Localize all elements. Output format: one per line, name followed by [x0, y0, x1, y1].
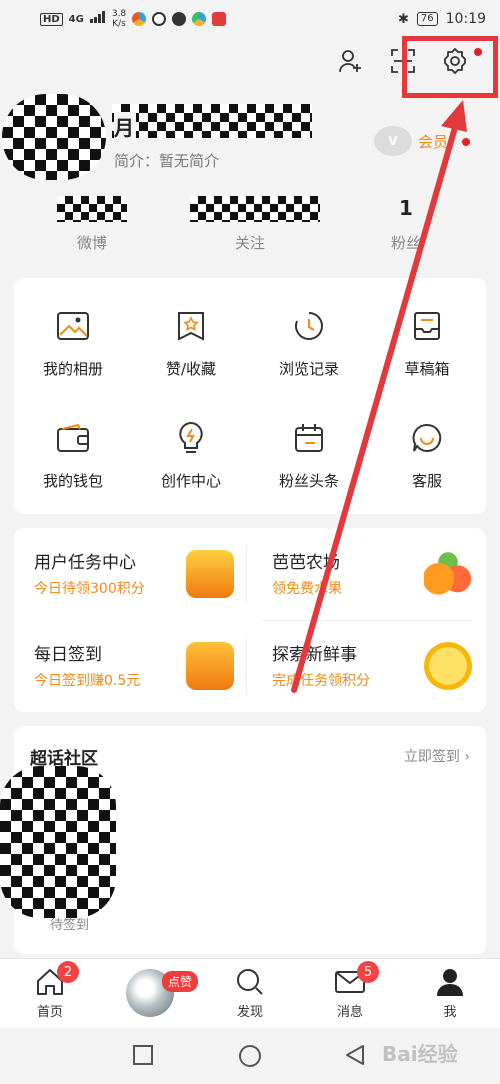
album-icon: [57, 312, 89, 340]
divider: [246, 638, 247, 694]
like-pill: 点赞: [162, 971, 199, 992]
app-notification-icon: [132, 12, 147, 26]
back-triangle-icon: [346, 1045, 364, 1065]
vip-entry[interactable]: V 会员: [374, 126, 448, 156]
profile-bio[interactable]: 简介：暂无简介: [114, 150, 219, 171]
username-obscured: [112, 104, 312, 138]
chevron-right-icon: ›: [464, 749, 470, 765]
app-notification-icon: [152, 12, 167, 26]
home-nav-button[interactable]: [238, 1044, 262, 1072]
task-explore[interactable]: 探索新鲜事 完成任务领积分: [252, 620, 482, 710]
tab-discover[interactable]: 发现: [210, 965, 290, 1020]
add-user-icon: [339, 50, 361, 73]
divider: [262, 620, 472, 621]
clock: 10:19: [445, 11, 486, 27]
hd-indicator: HD: [40, 12, 63, 26]
recents-button[interactable]: [132, 1044, 154, 1070]
drafts-icon: [414, 312, 440, 340]
status-bar: HD 4G 3.8 K/s ✱ 76 10:19: [0, 0, 500, 38]
crown-icon: V: [374, 126, 412, 156]
stat-following[interactable]: 关注: [190, 196, 320, 253]
stat-followers[interactable]: 1 粉丝: [346, 196, 466, 253]
profile-avatar[interactable]: [2, 94, 106, 180]
grid-item-fan-headlines[interactable]: 粉丝头条: [250, 418, 368, 491]
grid-item-album[interactable]: 我的相册: [14, 306, 132, 379]
annotation-highlight-box: [402, 36, 498, 98]
count-obscured: [57, 196, 127, 222]
wallet-icon: [57, 423, 89, 452]
bluetooth-icon: ✱: [398, 11, 409, 27]
square-icon: [133, 1045, 153, 1065]
task-panel: 用户任务中心 今日待领300积分 芭芭农场 领免费水果 每日签到 今日签到赚0.…: [14, 528, 486, 712]
grid-item-history[interactable]: 浏览记录: [250, 306, 368, 379]
feature-grid: 我的相册 赞/收藏 浏览记录 草稿箱 我的钱包 创作中心 粉丝头条 客服: [14, 278, 486, 514]
watermark: Bai经验: [382, 1042, 458, 1066]
add-friend-button[interactable]: [336, 46, 366, 76]
user-icon: [437, 969, 463, 996]
tab-me[interactable]: 我: [410, 965, 490, 1020]
service-chat-icon: [412, 423, 442, 452]
grid-item-creator-center[interactable]: 创作中心: [132, 418, 250, 491]
sign-in-link[interactable]: 立即签到 ›: [404, 746, 470, 766]
app-notification-icon: [172, 12, 187, 26]
network-speed: 3.8 K/s: [111, 9, 127, 29]
checkin-card-icon: [186, 642, 234, 690]
count-obscured: [190, 196, 320, 222]
app-notification-icon: [212, 12, 227, 26]
favorite-icon: [178, 312, 204, 341]
creator-bulb-icon: [179, 421, 203, 453]
tab-home[interactable]: 2 首页: [10, 961, 90, 1020]
username-fragment: 月: [114, 112, 136, 141]
tab-messages[interactable]: 5 消息: [310, 961, 390, 1020]
bottom-tab-bar: 2 首页 点赞 发现 5 消息 我: [0, 958, 500, 1028]
search-icon: [237, 969, 263, 995]
topic-avatar-obscured[interactable]: [0, 766, 116, 918]
calendar-icon: [295, 424, 323, 452]
stat-weibo[interactable]: 微博: [32, 196, 152, 253]
signal-icon: [89, 11, 106, 27]
coin-bag-icon: [186, 550, 234, 598]
network-indicator: 4G: [68, 13, 84, 25]
super-topic-panel: 超话社区 立即签到 › 待签到: [0, 726, 486, 954]
history-icon: [295, 312, 323, 340]
home-badge: 2: [57, 961, 79, 983]
vip-notification-dot: [462, 138, 470, 146]
fruit-icon: [424, 550, 472, 598]
vip-label: 会员: [418, 132, 449, 151]
task-user-center[interactable]: 用户任务中心 今日待领300积分: [14, 528, 244, 618]
app-notification-icon: [192, 12, 207, 26]
divider: [246, 546, 247, 602]
task-daily-checkin[interactable]: 每日签到 今日签到赚0.5元: [14, 620, 244, 710]
back-button[interactable]: [344, 1044, 366, 1070]
messages-badge: 5: [357, 961, 379, 983]
task-baba-farm[interactable]: 芭芭农场 领免费水果: [252, 528, 482, 618]
grid-item-favorites[interactable]: 赞/收藏: [132, 306, 250, 379]
grid-item-drafts[interactable]: 草稿箱: [368, 306, 486, 379]
pending-signin-label: 待签到: [50, 918, 90, 933]
battery-indicator: 76: [416, 12, 438, 26]
grid-item-customer-service[interactable]: 客服: [368, 418, 486, 491]
grid-item-wallet[interactable]: 我的钱包: [14, 418, 132, 491]
circle-icon: [239, 1045, 261, 1067]
profile-stats: 微博 关注 1 粉丝: [0, 196, 500, 260]
check-badge-icon: [424, 642, 472, 690]
